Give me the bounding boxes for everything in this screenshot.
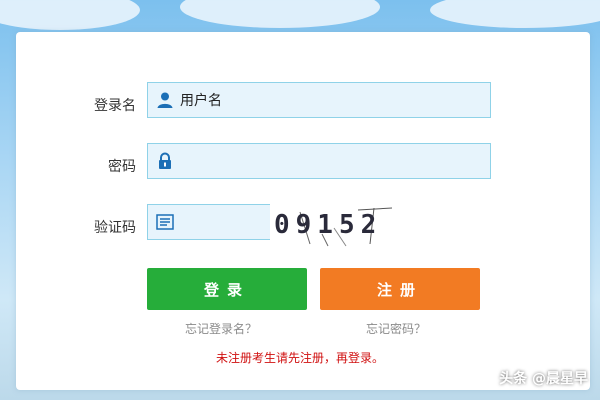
username-label: 登录名 (94, 98, 136, 114)
background-cloud (0, 0, 140, 30)
user-icon (154, 89, 176, 111)
username-value: 用户名 (180, 93, 222, 109)
background-cloud (430, 0, 600, 28)
background-cloud (180, 0, 380, 28)
captcha-icon (154, 211, 176, 233)
captcha-image[interactable]: 09152 (270, 204, 398, 248)
register-button[interactable]: 注册 (320, 268, 480, 310)
username-input[interactable]: 用户名 (147, 82, 491, 118)
password-input[interactable] (147, 143, 491, 179)
forgot-username-link[interactable]: 忘记登录名？ (185, 320, 257, 337)
login-button[interactable]: 登录 (147, 268, 307, 310)
watermark: 头条 @晨星早 (499, 371, 588, 387)
captcha-input[interactable] (147, 204, 271, 240)
lock-icon (154, 150, 176, 172)
forgot-password-link[interactable]: 忘记密码？ (366, 320, 426, 337)
password-label: 密码 (108, 159, 136, 175)
captcha-label: 验证码 (94, 220, 136, 236)
captcha-text: 09152 (274, 210, 383, 240)
register-notice: 未注册考生请先注册，再登录。 (216, 351, 385, 365)
